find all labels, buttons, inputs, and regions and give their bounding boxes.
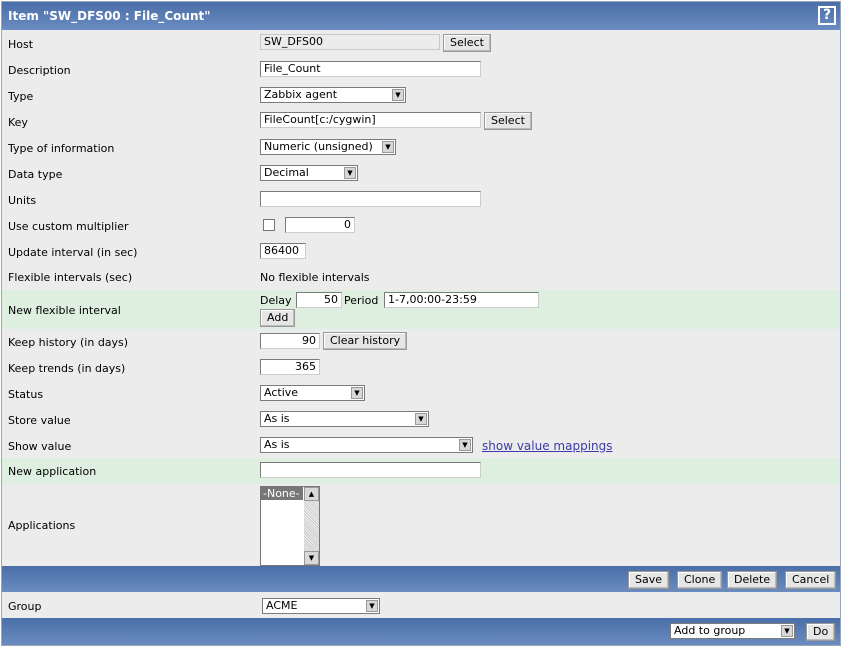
new-application-input[interactable] [260,462,481,478]
delay-label: Delay [260,294,292,307]
form-header: Item "SW_DFS00 : File_Count" ? [2,2,840,30]
key-select-button[interactable]: Select [484,112,532,130]
host-label: Host [8,38,34,51]
row-status: Status Active ▼ [2,383,840,409]
chevron-down-icon: ▼ [392,89,404,101]
group-select[interactable]: ACME ▼ [262,598,380,614]
delay-input[interactable]: 50 [296,292,342,308]
row-host: Host SW_DFS00 Select [2,33,840,59]
chevron-down-icon: ▼ [459,439,471,451]
row-units: Units [2,189,840,215]
chevron-down-icon: ▼ [781,625,793,637]
custom-multiplier-label: Use custom multiplier [8,220,129,233]
delete-button[interactable]: Delete [727,571,778,589]
group-label: Group [8,600,42,613]
chevron-down-icon: ▼ [351,387,363,399]
item-form: Item "SW_DFS00 : File_Count" ? Host SW_D… [1,1,841,646]
chevron-down-icon: ▼ [344,167,356,179]
row-description: Description File_Count [2,59,840,85]
group-action-value: Add to group [674,624,746,637]
chevron-down-icon: ▼ [382,141,394,153]
cancel-button[interactable]: Cancel [785,571,837,589]
do-button[interactable]: Do [806,623,836,641]
action-bar: Save Clone Delete Cancel [2,566,840,592]
row-flexible-intervals: Flexible intervals (sec) No flexible int… [2,267,840,290]
help-icon[interactable]: ? [818,6,836,25]
add-interval-button[interactable]: Add [260,309,296,327]
key-label: Key [8,116,28,129]
row-group: Group ACME ▼ [2,592,840,618]
host-field: SW_DFS00 [260,34,440,50]
row-key: Key FileCount[c:/cygwin] Select [2,111,840,137]
row-keep-history: Keep history (in days) 90 Clear history [2,331,840,357]
row-new-flexible-interval: New flexible interval Delay 50 Period 1-… [2,290,840,329]
keep-trends-input[interactable]: 365 [260,359,320,375]
group-value: ACME [266,599,298,612]
scroll-up-icon[interactable]: ▲ [304,487,319,501]
type-of-information-label: Type of information [8,142,115,155]
keep-trends-label: Keep trends (in days) [8,362,126,375]
row-applications: Applications -None- ▲ ▼ [2,484,840,566]
status-label: Status [8,388,44,401]
form-title: Item "SW_DFS00 : File_Count" [8,9,211,23]
keep-history-input[interactable]: 90 [260,333,320,349]
keep-history-label: Keep history (in days) [8,336,129,349]
row-store-value: Store value As is ▼ [2,409,840,435]
data-type-value: Decimal [264,166,309,179]
row-new-application: New application [2,458,840,484]
applications-option[interactable]: -None- [261,487,303,500]
save-button[interactable]: Save [628,571,670,589]
host-select-button[interactable]: Select [443,34,491,52]
type-value: Zabbix agent [264,88,338,101]
scrollbar[interactable]: ▲ ▼ [304,487,319,565]
chevron-down-icon: ▼ [415,413,427,425]
custom-multiplier-checkbox[interactable] [263,219,275,231]
new-flexible-interval-label: New flexible interval [8,304,121,317]
show-value-label: Show value [8,440,72,453]
flexible-intervals-label: Flexible intervals (sec) [8,271,133,284]
show-value-mappings-link[interactable]: show value mappings [482,439,613,453]
period-label: Period [344,294,379,307]
row-custom-multiplier: Use custom multiplier 0 [2,215,840,241]
key-input[interactable]: FileCount[c:/cygwin] [260,112,481,128]
store-value-label: Store value [8,414,71,427]
description-input[interactable]: File_Count [260,61,481,77]
row-show-value: Show value As is ▼ show value mappings [2,435,840,458]
group-action-select[interactable]: Add to group ▼ [670,623,795,639]
bottom-bar: Add to group ▼ Do [2,618,840,645]
update-interval-label: Update interval (in sec) [8,246,138,259]
data-type-select[interactable]: Decimal ▼ [260,165,358,181]
type-of-information-value: Numeric (unsigned) [264,140,373,153]
applications-label: Applications [8,519,76,532]
flexible-intervals-value: No flexible intervals [260,271,370,284]
row-type: Type Zabbix agent ▼ [2,85,840,111]
units-input[interactable] [260,191,481,207]
show-value-select[interactable]: As is ▼ [260,437,473,453]
show-value-value: As is [264,438,290,451]
store-value-value: As is [264,412,290,425]
status-select[interactable]: Active ▼ [260,385,365,401]
status-value: Active [264,386,299,399]
chevron-down-icon: ▼ [366,600,378,612]
row-update-interval: Update interval (in sec) 86400 [2,241,840,267]
store-value-select[interactable]: As is ▼ [260,411,429,427]
row-type-of-information: Type of information Numeric (unsigned) ▼ [2,137,840,163]
applications-listbox[interactable]: -None- ▲ ▼ [260,486,320,566]
type-label: Type [8,90,34,103]
custom-multiplier-input[interactable]: 0 [285,217,355,233]
type-of-information-select[interactable]: Numeric (unsigned) ▼ [260,139,396,155]
clone-button[interactable]: Clone [677,571,723,589]
description-label: Description [8,64,71,77]
row-keep-trends: Keep trends (in days) 365 [2,357,840,383]
units-label: Units [8,194,37,207]
period-input[interactable]: 1-7,00:00-23:59 [384,292,539,308]
clear-history-button[interactable]: Clear history [323,332,408,350]
new-application-label: New application [8,465,97,478]
update-interval-input[interactable]: 86400 [260,243,306,259]
data-type-label: Data type [8,168,63,181]
scroll-down-icon[interactable]: ▼ [304,551,319,565]
type-select[interactable]: Zabbix agent ▼ [260,87,406,103]
row-data-type: Data type Decimal ▼ [2,163,840,189]
